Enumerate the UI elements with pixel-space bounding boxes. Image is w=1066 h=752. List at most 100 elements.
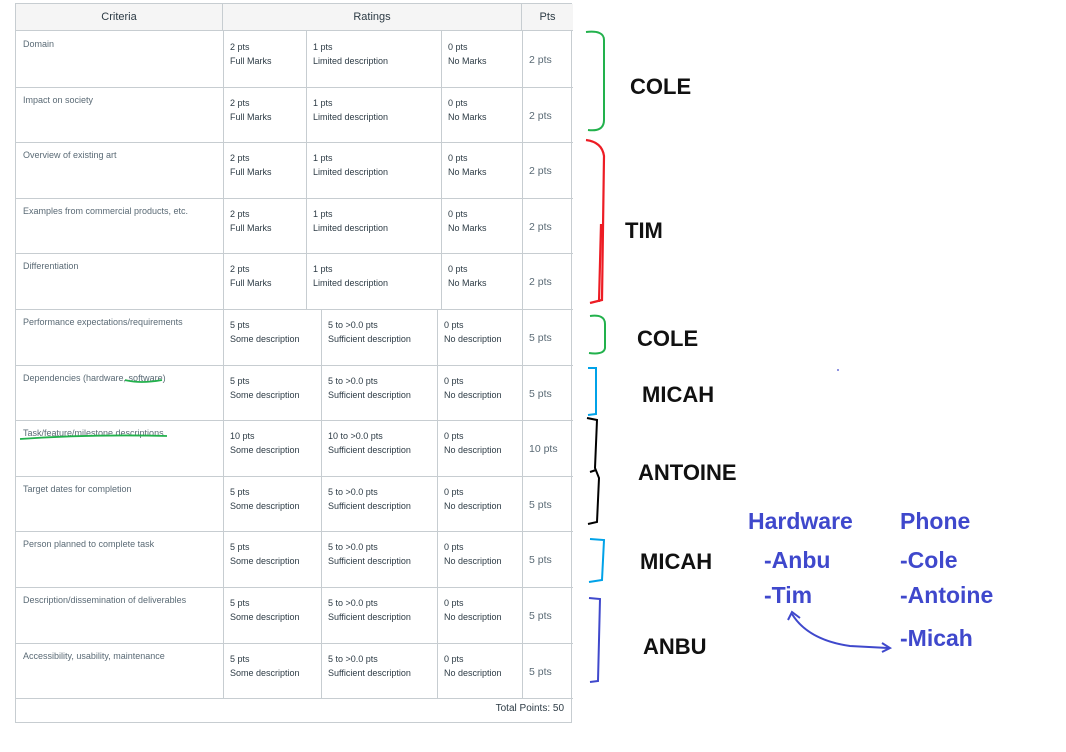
row-points: 2 pts [529,276,552,289]
rating-desc: No Marks [448,56,487,66]
rating-pts: 0 pts [448,264,468,275]
column-divider [321,642,322,699]
ratings-header: Ratings [223,4,522,31]
rating-cell-1: 5 pts Some description [230,652,300,680]
column-divider [522,86,523,143]
row-points: 2 pts [529,54,552,66]
assignee-anbu: ANBU [643,634,707,659]
rating-pts: 2 pts [230,264,250,275]
row-divider [16,642,573,644]
rating-desc: Limited description [313,56,389,66]
column-divider [441,197,442,254]
column-divider [441,253,442,309]
rating-pts: 0 pts [448,208,468,219]
bracket-anbu [588,597,602,683]
rating-desc: Sufficient description [328,667,411,678]
rating-pts: 5 pts [230,375,250,386]
rating-pts: 5 pts [230,653,250,664]
swap-arrowhead-left [787,610,801,621]
total-points: Total Points: 50 [495,703,564,714]
row-points: 5 pts [529,610,552,622]
stray-dot [837,369,839,371]
rating-pts: 10 pts [230,431,255,442]
column-divider [321,309,322,365]
rating-desc: Sufficient description [328,445,411,456]
row-divider [16,86,573,88]
phone-member-micah: -Micah [900,625,973,651]
rating-pts: 0 pts [444,431,464,442]
phone-member-antoine: -Antoine [900,582,994,608]
row-divider [16,698,573,700]
rating-pts: 5 to >0.0 pts [328,598,378,608]
rating-desc: Full Marks [230,278,272,289]
rating-desc: Sufficient description [328,389,411,400]
row-divider [16,420,573,422]
rating-pts: 5 pts [230,542,250,553]
column-divider [522,364,523,421]
column-divider [223,142,224,198]
rating-desc: No description [444,612,502,622]
rating-desc: Limited description [313,222,389,233]
column-divider [522,142,523,198]
column-divider [441,142,442,198]
column-divider [223,587,224,643]
rubric-table: Criteria Ratings Pts Domain 2 pts Full Mar… [15,3,573,723]
rating-pts: 5 to >0.0 pts [328,486,378,497]
row-points: 2 pts [529,165,552,178]
column-divider [306,142,307,198]
row-divider [16,587,573,588]
bracket-micah-1 [587,367,597,416]
column-divider [223,475,224,532]
column-divider [522,642,523,699]
column-divider [437,531,438,587]
criterion-label: Dependencies (hardware, software) [23,372,166,383]
bracket-antoine [586,417,601,525]
column-divider [437,587,438,643]
rating-desc: Full Marks [230,111,272,122]
column-divider [522,309,523,365]
bracket-micah-2 [588,538,606,583]
column-divider [437,309,438,365]
rating-pts: 1 pts [313,264,333,275]
column-divider [441,86,442,143]
criterion-label: Task/feature/milestone descriptions [23,428,164,439]
rating-cell-3: 0 pts No Marks [448,207,487,235]
rating-cell-2: 1 pts Limited description [313,262,388,290]
rating-pts: 0 pts [444,542,464,553]
column-divider [522,531,523,587]
column-divider [223,531,224,587]
rating-desc: Some description [230,556,300,567]
column-divider [223,31,224,87]
column-divider [437,364,438,421]
rating-pts: 5 to >0.0 pts [328,375,378,386]
row-divider [16,475,573,477]
row-points: 2 pts [529,109,552,122]
rating-cell-2: 5 to >0.0 pts Sufficient description [328,540,411,568]
rating-pts: 2 pts [230,153,250,164]
rating-cell-1: 5 pts Some description [230,374,300,402]
rating-cell-3: 0 pts No description [444,485,502,513]
rating-cell-1: 5 pts Some description [230,485,300,513]
rating-pts: 0 pts [448,153,468,164]
rating-pts: 2 pts [230,208,250,219]
column-divider [306,31,307,87]
column-divider [441,31,442,87]
row-points: 5 pts [529,387,552,400]
rating-desc: Some description [230,334,300,344]
rating-cell-1: 2 pts Full Marks [230,207,272,235]
column-divider [437,475,438,532]
criterion-label: Person planned to complete task [23,539,155,550]
rating-desc: Some description [230,500,300,511]
criterion-label: Target dates for completion [23,483,132,494]
column-divider [223,86,224,143]
rating-pts: 10 to >0.0 pts [328,431,383,442]
phone-team-title: Phone [900,508,971,534]
rating-pts: 5 to >0.0 pts [328,653,378,664]
column-divider [223,253,224,309]
rating-pts: 0 pts [444,653,464,664]
rating-pts: 0 pts [448,42,468,52]
rating-cell-3: 0 pts No Marks [448,96,487,124]
assignee-tim: TIM [625,218,663,243]
rating-desc: No Marks [448,167,487,178]
column-divider [321,420,322,476]
